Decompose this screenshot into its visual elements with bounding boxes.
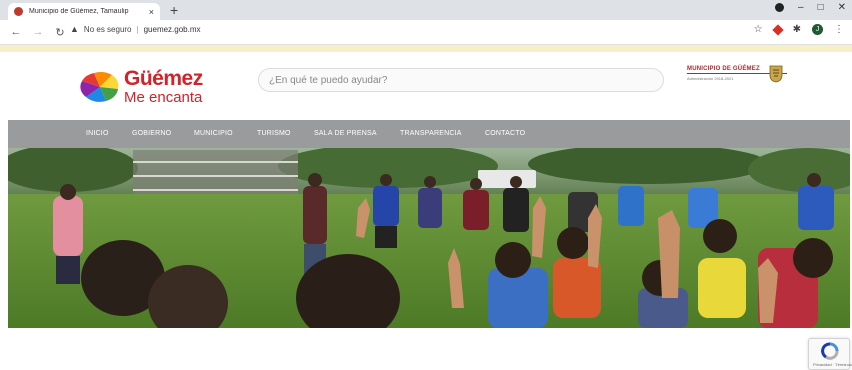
maximize-button[interactable]: □ [818, 2, 824, 13]
menu-dots-icon[interactable]: ⋮ [834, 24, 844, 35]
site-search-input[interactable] [258, 68, 664, 92]
hero-photo-illustration [8, 148, 850, 328]
reload-icon[interactable]: ↻ [54, 26, 66, 39]
close-window-button[interactable]: ✕ [838, 2, 846, 13]
recaptcha-badge[interactable]: Privacidad · Términos [808, 338, 852, 370]
puzzle-icon[interactable]: ✱ [793, 24, 801, 35]
site-favicon-icon [14, 7, 23, 16]
star-icon[interactable]: ☆ [754, 24, 763, 35]
recaptcha-label[interactable]: Privacidad · Términos [813, 362, 852, 367]
address-separator: | [136, 24, 139, 34]
site-header: Güémez Me encanta MUNICIPIO DE GÜÉMEZ Ad… [0, 52, 852, 120]
new-tab-button[interactable]: + [170, 2, 178, 18]
address-url: guemez.gob.mx [143, 24, 201, 34]
nav-item-contacto[interactable]: CONTACTO [485, 130, 525, 137]
window-controls: – □ ✕ [775, 2, 846, 13]
nav-item-sala-de-prensa[interactable]: SALA DE PRENSA [314, 130, 377, 137]
municipal-crest-icon [769, 65, 783, 83]
tab-close-button[interactable]: × [149, 7, 154, 17]
browser-tab-strip: Municipio de Güémez, Tamaulip × + – □ ✕ [0, 0, 852, 20]
nav-item-inicio[interactable]: INICIO [86, 130, 109, 137]
address-bar[interactable]: ▲ No es seguro | guemez.gob.mx [70, 24, 201, 34]
warning-icon: ▲ [70, 24, 79, 34]
browser-toolbar: ← → ↻ ▲ No es seguro | guemez.gob.mx ☆ ✱… [0, 20, 852, 45]
nav-item-transparencia[interactable]: TRANSPARENCIA [400, 130, 462, 137]
nav-item-turismo[interactable]: TURISMO [257, 130, 291, 137]
nav-item-gobierno[interactable]: GOBIERNO [132, 130, 171, 137]
main-navigation: INICIO GOBIERNO MUNICIPIO TURISMO SALA D… [8, 120, 850, 148]
security-status: No es seguro [83, 24, 132, 34]
back-arrow-icon[interactable]: ← [10, 26, 22, 38]
extension-icon[interactable] [771, 23, 784, 36]
tab-title: Municipio de Güémez, Tamaulip [29, 8, 129, 15]
top-accent-bar [0, 45, 852, 52]
browser-tab[interactable]: Municipio de Güémez, Tamaulip × [8, 3, 160, 20]
minimize-button[interactable]: – [798, 2, 804, 13]
profile-avatar[interactable]: J [812, 24, 823, 35]
forward-arrow-icon[interactable]: → [32, 26, 44, 38]
hero-banner-image [8, 148, 850, 328]
media-icon[interactable] [775, 3, 784, 12]
logo-tagline: Me encanta [124, 89, 203, 106]
recaptcha-icon [821, 342, 839, 360]
site-logo[interactable]: Güémez Me encanta [80, 68, 203, 105]
logo-title: Güémez [124, 67, 203, 90]
logo-mark-icon [80, 71, 119, 102]
toolbar-actions: ☆ ✱ J ⋮ [754, 23, 844, 36]
nav-item-municipio[interactable]: MUNICIPIO [194, 130, 233, 137]
